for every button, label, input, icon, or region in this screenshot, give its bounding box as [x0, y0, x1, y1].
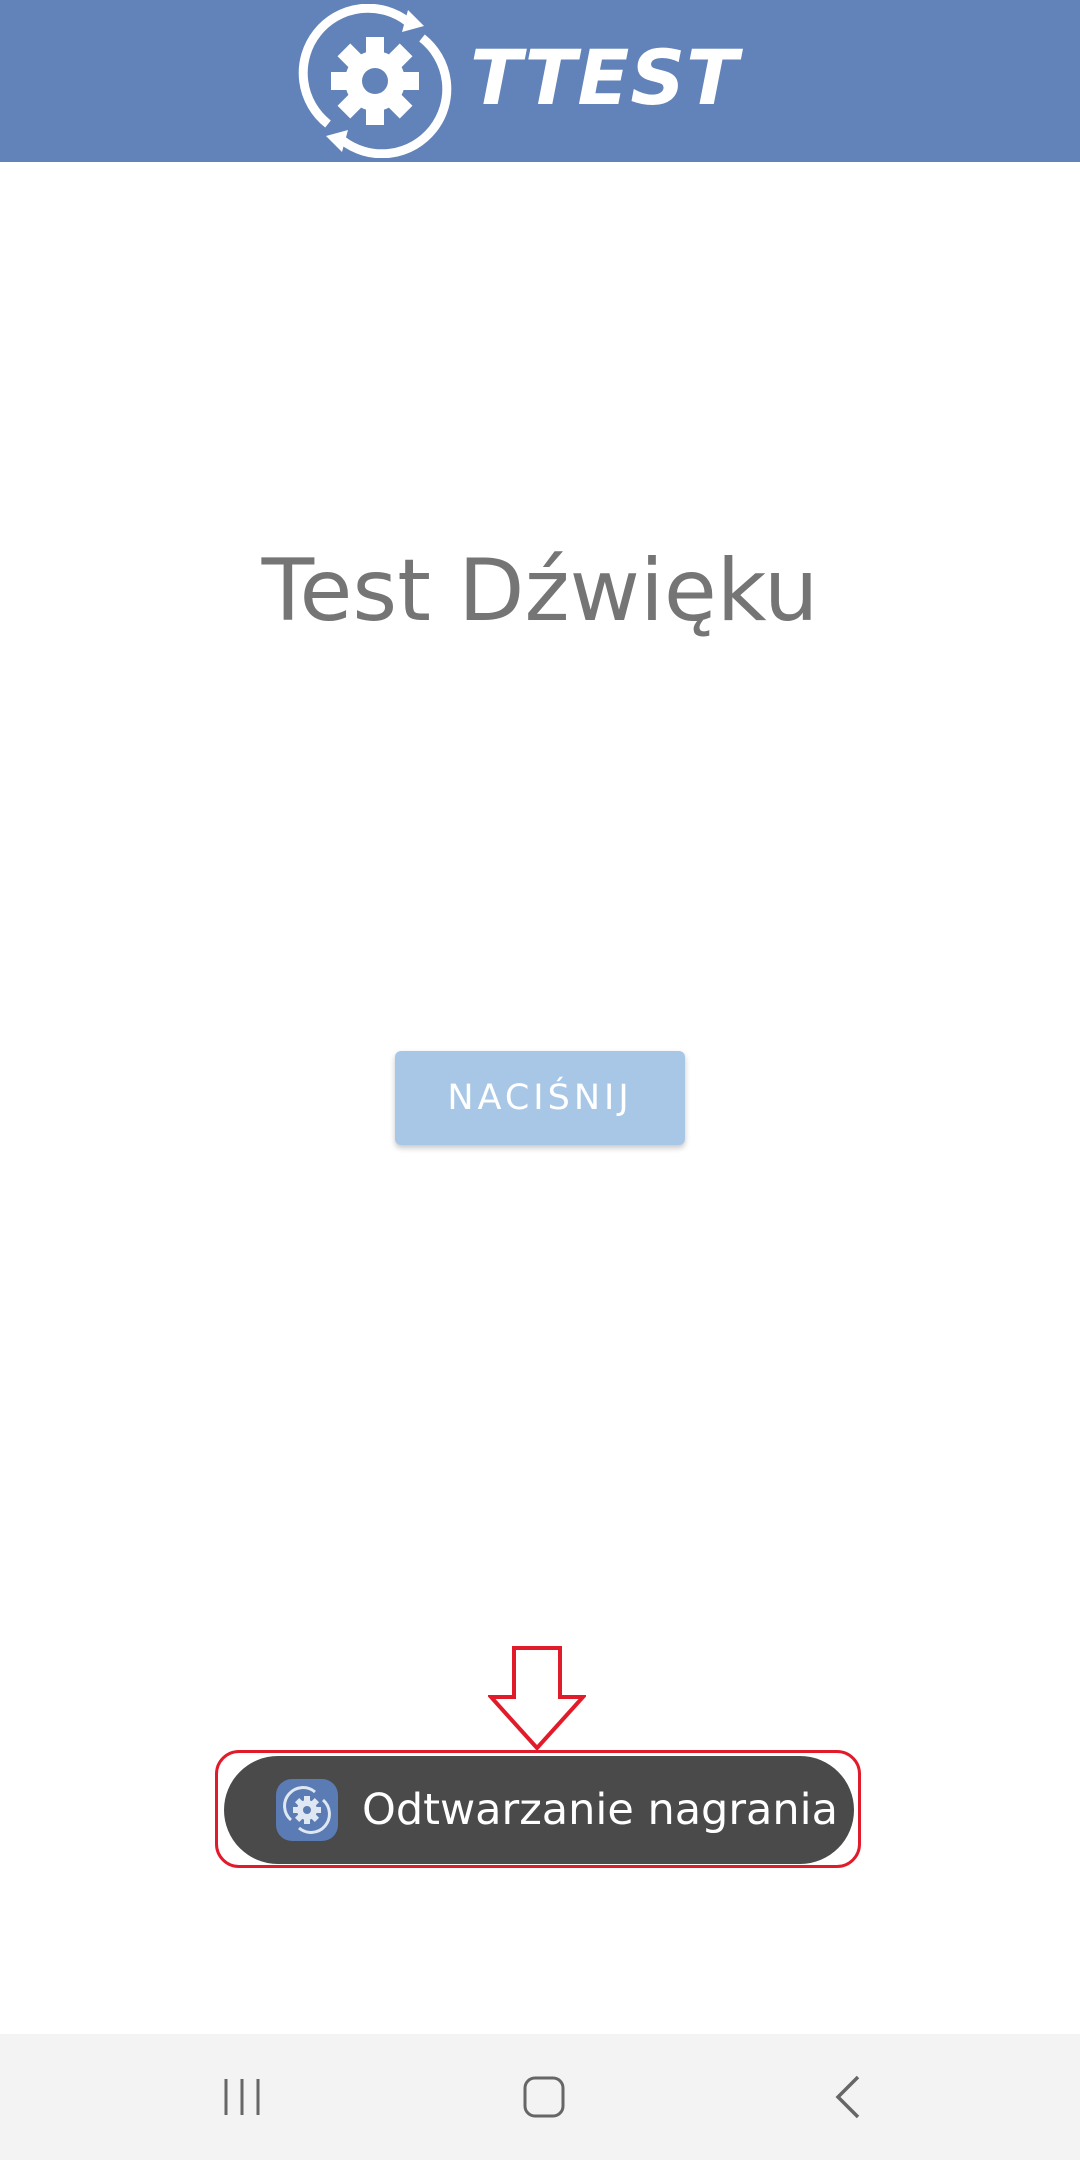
app-logo: TTEST [298, 4, 778, 158]
home-button[interactable] [484, 2034, 604, 2160]
toast-message: Odtwarzanie nagrania [362, 1785, 838, 1835]
back-icon [835, 2075, 860, 2119]
system-navigation-bar [0, 2034, 1080, 2160]
logo-text: TTEST [470, 33, 739, 122]
app-gear-icon [276, 1779, 338, 1841]
recents-button[interactable] [182, 2034, 302, 2160]
home-icon [523, 2076, 565, 2118]
down-arrow-icon [488, 1646, 586, 1751]
app-header: TTEST [0, 0, 1080, 162]
gear-logo-icon [298, 4, 452, 158]
toast-notification: Odtwarzanie nagrania [224, 1756, 854, 1864]
recents-icon [224, 2079, 260, 2115]
page-title: Test Dźwięku [261, 541, 819, 641]
press-button[interactable]: NACIŚNIJ [395, 1051, 685, 1145]
back-button[interactable] [788, 2034, 908, 2160]
